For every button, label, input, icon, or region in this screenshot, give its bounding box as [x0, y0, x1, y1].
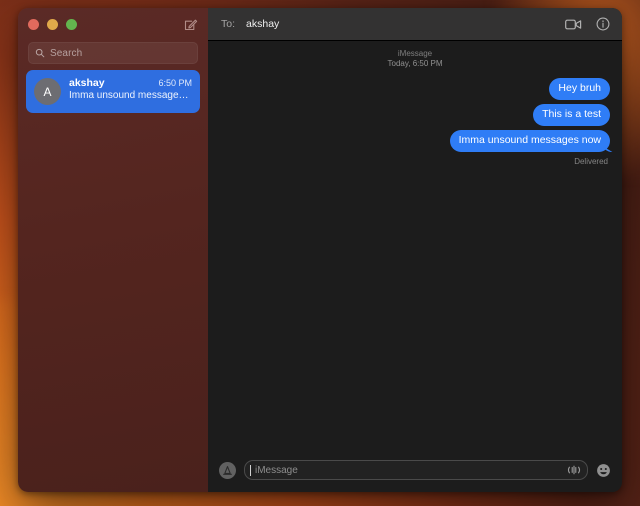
- search-input[interactable]: Search: [28, 42, 198, 64]
- message-row: Hey bruh: [220, 78, 610, 101]
- sidebar-titlebar: [18, 8, 208, 40]
- conversation-header-row: akshay 6:50 PM: [69, 77, 192, 89]
- text-caret: [250, 464, 251, 476]
- conversation-name: akshay: [69, 77, 105, 89]
- message-bubble[interactable]: This is a test: [533, 104, 610, 127]
- search-placeholder: Search: [50, 47, 83, 59]
- chat-pane: To: akshay iMessage Today, 6:50 PM Hey b…: [208, 8, 622, 492]
- thread-meta: iMessage Today, 6:50 PM: [220, 49, 610, 69]
- to-label: To:: [221, 18, 236, 30]
- recipient-name[interactable]: akshay: [246, 18, 279, 30]
- message-row: Imma unsound messages now: [220, 130, 610, 153]
- conversation-time: 6:50 PM: [158, 78, 192, 88]
- thread-service: iMessage: [397, 49, 433, 58]
- chat-header: To: akshay: [208, 8, 622, 41]
- message-input[interactable]: iMessage: [244, 460, 588, 480]
- avatar: A: [34, 78, 61, 105]
- sidebar: Search A akshay 6:50 PM Imma unsound mes…: [18, 8, 208, 492]
- messages-window: Search A akshay 6:50 PM Imma unsound mes…: [18, 8, 622, 492]
- compose-icon[interactable]: [183, 17, 199, 33]
- message-thread: iMessage Today, 6:50 PM Hey bruh This is…: [208, 41, 622, 452]
- info-circle-icon[interactable]: [596, 17, 610, 31]
- conversation-list: A akshay 6:50 PM Imma unsound messages n…: [18, 64, 208, 113]
- zoom-button[interactable]: [66, 18, 77, 30]
- close-button[interactable]: [28, 18, 39, 30]
- search-container: Search: [18, 40, 208, 64]
- message-input-placeholder: iMessage: [255, 464, 298, 476]
- conversation-preview: Imma unsound messages now: [69, 90, 192, 101]
- message-row: This is a test: [220, 104, 610, 127]
- apps-icon[interactable]: [219, 461, 236, 479]
- search-icon: [35, 48, 45, 58]
- message-bubble[interactable]: Imma unsound messages now: [449, 130, 610, 153]
- traffic-lights: [28, 18, 77, 30]
- message-composer: iMessage: [208, 452, 622, 492]
- desktop-wallpaper: Search A akshay 6:50 PM Imma unsound mes…: [0, 0, 640, 506]
- conversation-body: akshay 6:50 PM Imma unsound messages now: [69, 77, 192, 101]
- message-bubble[interactable]: Hey bruh: [549, 78, 610, 101]
- thread-timestamp: Today, 6:50 PM: [387, 59, 443, 68]
- emoji-smiley-icon[interactable]: [596, 463, 611, 478]
- video-camera-icon[interactable]: [565, 18, 582, 31]
- delivery-status: Delivered: [574, 157, 608, 167]
- audio-waveform-icon[interactable]: [567, 464, 581, 476]
- minimize-button[interactable]: [47, 18, 58, 30]
- conversation-item-akshay[interactable]: A akshay 6:50 PM Imma unsound messages n…: [26, 70, 200, 113]
